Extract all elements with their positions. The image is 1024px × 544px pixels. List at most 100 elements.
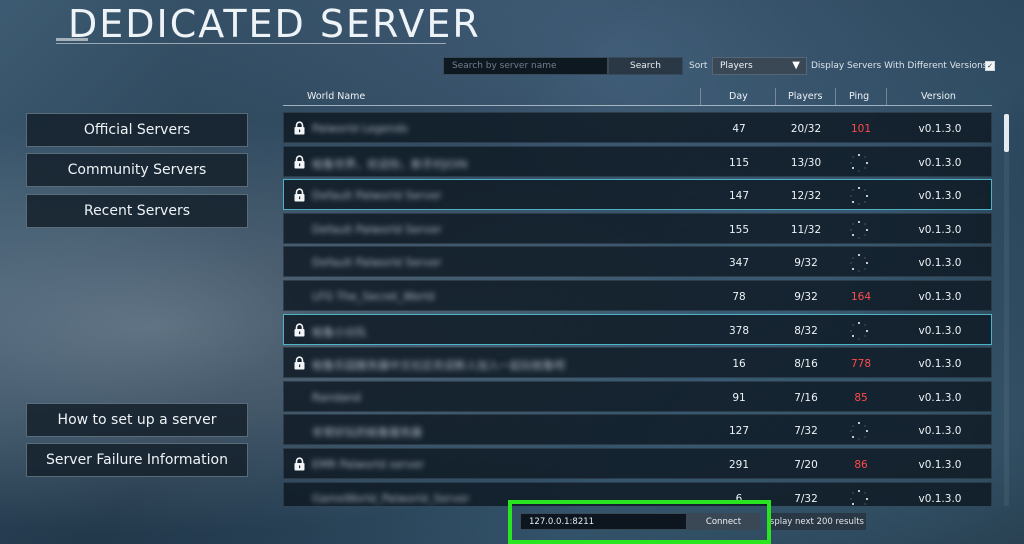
server-players: 20/32 <box>790 123 822 135</box>
server-players: 8/32 <box>794 324 818 337</box>
lock-icon <box>293 188 306 202</box>
lock-icon <box>293 356 306 370</box>
direct-connect-address-input[interactable] <box>520 513 687 530</box>
server-day: 378 <box>728 324 750 337</box>
connect-button[interactable]: Connect <box>687 513 760 530</box>
different-versions-checkbox[interactable]: ✓ <box>985 61 995 71</box>
server-ping: 164 <box>850 291 872 303</box>
ping-loading-icon <box>849 220 869 240</box>
server-row[interactable]: 非常好玩的帕鲁服务器 127 7/32 v0.1.3.0 <box>283 414 992 446</box>
server-day: 147 <box>728 190 750 203</box>
server-version: v0.1.3.0 <box>918 257 962 270</box>
server-version: v0.1.3.0 <box>918 459 962 471</box>
chevron-down-icon: ▼ <box>792 60 800 71</box>
server-failure-info-label: Server Failure Information <box>46 452 228 468</box>
server-name: Default Palworld Server <box>312 222 442 236</box>
search-button[interactable]: Search <box>608 57 683 75</box>
server-row[interactable]: Randand 91 7/16 85 v0.1.3.0 <box>283 380 992 412</box>
server-players: 7/20 <box>794 459 818 471</box>
server-name: Default Palworld Server <box>312 256 442 270</box>
column-day[interactable]: Day <box>729 91 748 102</box>
different-versions-label: Display Servers With Different Versions <box>811 61 988 71</box>
server-version: v0.1.3.0 <box>918 223 962 236</box>
server-row[interactable]: 帕鲁乐园服务器中文社区欢迎新人加入一起玩帕鲁吧 16 8/16 778 v0.1.3.0 <box>283 347 992 379</box>
server-version: v0.1.3.0 <box>918 123 962 135</box>
recent-servers-label: Recent Servers <box>83 203 191 219</box>
ping-loading-icon <box>849 153 869 173</box>
page-title: DEDICATED SERVER <box>68 2 481 46</box>
sort-dropdown[interactable]: Players ▼ <box>712 57 807 75</box>
server-setup-help-label: How to set up a server <box>57 412 217 428</box>
server-players: 7/32 <box>794 492 818 505</box>
server-name: LFG The_Secret_World <box>312 290 435 303</box>
server-name: Randand <box>312 390 361 404</box>
search-bar: Search <box>443 57 683 75</box>
server-day: 127 <box>728 425 750 438</box>
ping-loading-icon <box>849 186 869 206</box>
server-ping: 85 <box>854 391 868 404</box>
server-version: v0.1.3.0 <box>918 425 962 438</box>
server-players: 7/32 <box>794 425 818 438</box>
server-day: 291 <box>728 459 750 471</box>
lock-icon <box>293 121 306 135</box>
server-row[interactable]: Default Palworld Server 155 11/32 v0.1.3.0 <box>283 212 992 244</box>
server-name: Palworld Legends <box>312 122 408 135</box>
server-players: 7/16 <box>794 391 818 404</box>
lock-icon <box>293 457 306 471</box>
next-results-label: Display next 200 results <box>771 516 864 527</box>
column-divider <box>700 88 701 105</box>
sort-label: Sort <box>689 61 708 71</box>
server-row[interactable]: EMR Palworld server 291 7/20 86 v0.1.3.0 <box>283 448 992 479</box>
column-divider <box>775 88 776 105</box>
column-world-name[interactable]: World Name <box>307 91 365 102</box>
server-row[interactable]: 帕鲁世界，欢迎你，新手村JOIN 115 13/30 v0.1.3.0 <box>283 145 992 177</box>
server-day: 91 <box>732 391 746 404</box>
title-accent <box>56 38 88 41</box>
next-results-button[interactable]: Display next 200 results <box>771 513 866 530</box>
community-servers-label: Community Servers <box>67 162 207 178</box>
column-divider <box>835 88 836 105</box>
ping-loading-icon <box>849 321 869 341</box>
search-input[interactable] <box>443 57 608 75</box>
server-version: v0.1.3.0 <box>918 492 962 505</box>
server-players: 13/30 <box>790 156 822 169</box>
column-ping[interactable]: Ping <box>849 91 869 102</box>
scrollbar-track[interactable] <box>1004 114 1009 506</box>
server-day: 47 <box>732 123 746 135</box>
server-row[interactable]: Default Palworld Server 347 9/32 v0.1.3.0 <box>283 246 992 278</box>
server-setup-help-button[interactable]: How to set up a server <box>26 403 248 437</box>
ping-loading-icon <box>849 421 869 441</box>
server-row[interactable]: LFG The_Secret_World 78 9/32 164 v0.1.3.0 <box>283 280 992 311</box>
server-day: 347 <box>728 257 750 270</box>
server-day: 78 <box>732 291 746 303</box>
server-day: 16 <box>732 358 746 371</box>
server-row[interactable]: 帕鲁小分队 378 8/32 v0.1.3.0 <box>283 313 992 345</box>
server-ping: 101 <box>850 123 872 135</box>
server-version: v0.1.3.0 <box>918 358 962 371</box>
server-players: 9/32 <box>794 257 818 270</box>
scrollbar-thumb[interactable] <box>1004 114 1009 152</box>
server-failure-info-button[interactable]: Server Failure Information <box>26 443 248 477</box>
server-row[interactable]: Palworld Legends 47 20/32 101 v0.1.3.0 <box>283 112 992 143</box>
server-version: v0.1.3.0 <box>918 190 962 203</box>
server-ping: 778 <box>850 358 872 371</box>
community-servers-button[interactable]: Community Servers <box>26 153 248 187</box>
column-version[interactable]: Version <box>921 91 956 102</box>
lock-icon <box>293 323 306 337</box>
recent-servers-button[interactable]: Recent Servers <box>26 194 248 228</box>
server-name: 帕鲁世界，欢迎你，新手村JOIN <box>312 157 468 171</box>
column-players[interactable]: Players <box>788 91 823 102</box>
lock-icon <box>293 155 306 169</box>
server-version: v0.1.3.0 <box>918 156 962 169</box>
server-players: 9/32 <box>794 291 818 303</box>
server-row[interactable]: Default Palworld Server 147 12/32 v0.1.3.0 <box>283 179 992 211</box>
official-servers-button[interactable]: Official Servers <box>26 113 248 147</box>
server-players: 8/16 <box>794 358 818 371</box>
server-ping: 86 <box>854 459 868 471</box>
server-list: Palworld Legends 47 20/32 101 v0.1.3.0 帕鲁世界，欢… <box>283 112 992 506</box>
server-table-header: World Name Day Players Ping Version <box>283 88 992 106</box>
column-divider <box>886 88 887 105</box>
server-name: 帕鲁小分队 <box>312 325 367 339</box>
ping-loading-icon <box>849 253 869 273</box>
server-players: 11/32 <box>790 223 822 236</box>
